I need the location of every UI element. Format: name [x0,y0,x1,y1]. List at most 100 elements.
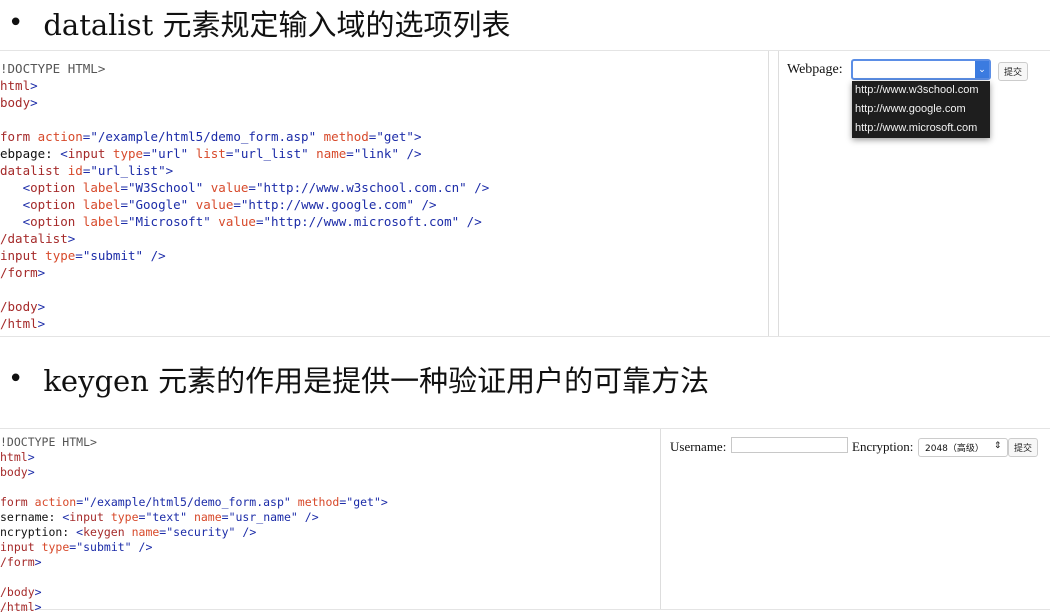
punctuation-token: = [143,146,151,161]
attribute-token: method [297,495,340,509]
code-editor[interactable]: !DOCTYPE HTML> html> body> form action="/e… [0,51,769,336]
value-token: "url_list" [90,163,166,178]
value-token: "submit" [82,248,144,263]
code-editor[interactable]: !DOCTYPE HTML> html> body> form action="/e… [0,429,661,614]
tag-name-token: body [0,465,28,479]
value-token: "text" [145,510,187,524]
code-line: <option label="Microsoft" value="http://… [0,213,768,230]
punctuation-token: /> [150,248,166,263]
punctuation-token: < [22,197,31,212]
tag-name-token: form [0,129,31,144]
value-token: "url" [150,146,189,161]
username-input[interactable] [731,437,848,453]
datalist-dropdown: http://www.w3school.com http://www.googl… [852,81,990,138]
value-token: "security" [166,525,236,539]
punctuation-token: > [34,555,42,569]
value-token: "/example/html5/demo_form.asp" [90,129,317,144]
value-token: "http://www.microsoft.com" [263,214,460,229]
attribute-token: label [82,214,121,229]
attribute-token: name [316,146,347,161]
code-line: /body> [0,585,660,600]
punctuation-token: > [37,265,46,280]
tag-name-token: option [30,214,76,229]
doctype-token: !DOCTYPE HTML> [0,435,97,449]
code-line: input type="submit" /> [0,540,660,555]
punctuation-token: > [37,316,46,331]
code-line: <option label="W3School" value="http://w… [0,179,768,196]
punctuation-token: > [165,163,174,178]
datalist-option[interactable]: http://www.microsoft.com [852,119,990,138]
tag-name-token: input [69,510,104,524]
tag-name-token: body [0,95,31,110]
tag-name-token: /html [0,600,35,614]
submit-button[interactable]: 提交 [998,62,1029,81]
bullet-text: datalist 元素规定输入域的选项列表 [43,8,511,42]
code-line: body> [0,465,660,480]
punctuation-token: /> [421,197,437,212]
code-line: html> [0,450,660,465]
datalist-option[interactable]: http://www.google.com [852,100,990,119]
punctuation-token: = [248,180,256,195]
value-token: "get" [346,495,381,509]
attribute-token: value [218,214,256,229]
punctuation-token: = [233,197,241,212]
attribute-token: action [37,129,83,144]
datalist-option[interactable]: http://www.w3school.com [852,81,990,100]
value-token: "submit" [76,540,132,554]
value-token: "W3School" [127,180,204,195]
text-token: ebpage: [0,146,61,161]
code-line: /datalist> [0,230,768,247]
attribute-token: name [131,525,160,539]
punctuation-token: > [413,129,422,144]
webpage-url-input[interactable]: ⌄ [851,59,991,80]
tag-name-token: /body [0,585,35,599]
attribute-token: id [67,163,83,178]
code-line: <option label="Google" value="http://www… [0,196,768,213]
attribute-token: type [110,510,139,524]
tag-name-token: option [30,197,76,212]
code-line: !DOCTYPE HTML> [0,60,768,77]
submit-button[interactable]: 提交 [1008,438,1039,457]
value-token: "link" [353,146,399,161]
attribute-token: type [41,540,70,554]
value-token: "/example/html5/demo_form.asp" [83,495,291,509]
value-token: "http://www.google.com" [240,197,414,212]
punctuation-token: /> [474,180,490,195]
punctuation-token: < [60,146,68,161]
punctuation-token: /> [406,146,422,161]
tag-name-token: option [30,180,76,195]
text-token: ncryption: [0,525,77,539]
code-line: !DOCTYPE HTML> [0,435,660,450]
attribute-token: method [323,129,369,144]
punctuation-token: = [120,180,128,195]
tag-name-token: /form [0,265,38,280]
bullet-icon: • [8,8,24,38]
username-label: Username: [670,439,727,454]
attribute-token: action [34,495,77,509]
chevron-down-icon[interactable]: ⌄ [975,61,989,78]
tag-name-token: input [67,146,106,161]
punctuation-token: /> [242,525,257,539]
encryption-select[interactable]: 2048（高级） ⇕ [918,438,1009,457]
tag-name-token: /html [0,316,38,331]
punctuation-token: /> [304,510,319,524]
punctuation-token: = [75,248,83,263]
tag-name-token: /form [0,555,35,569]
punctuation-token: = [120,197,128,212]
tag-name-token: html [0,450,28,464]
